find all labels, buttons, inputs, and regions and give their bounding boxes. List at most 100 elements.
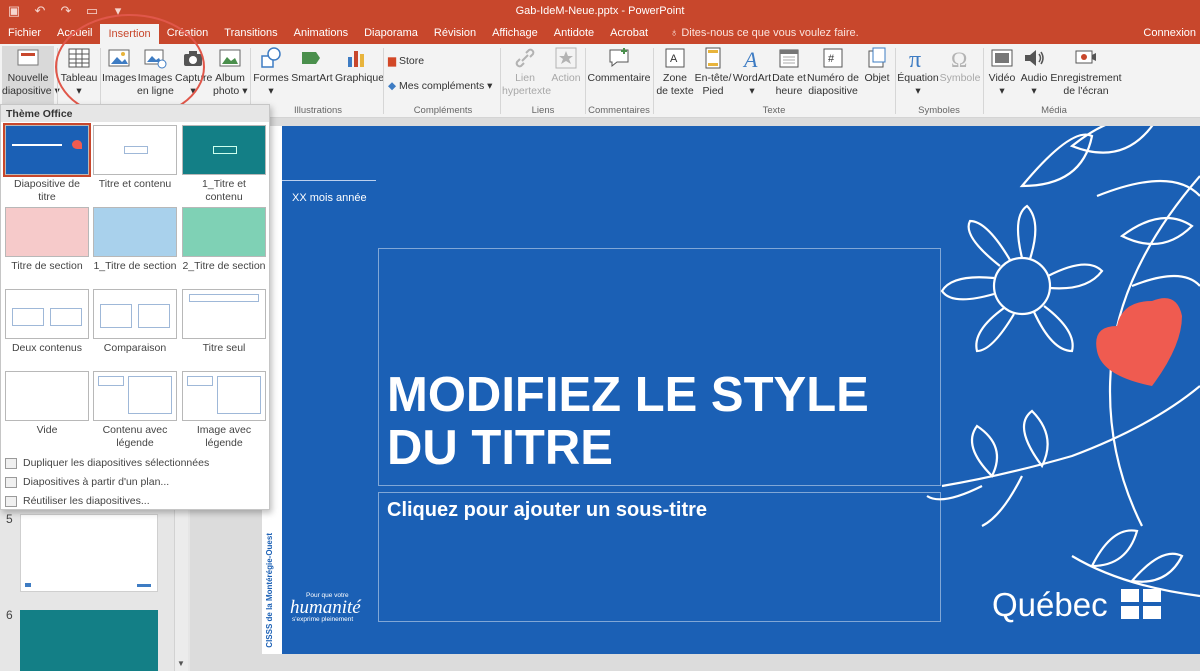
smartart-label: SmartArt <box>291 72 333 84</box>
layout-blank[interactable]: Vide <box>5 371 89 437</box>
scroll-down-arrow-icon[interactable]: ▼ <box>177 659 185 668</box>
layout-title-content-1[interactable]: 1_Titre et contenu <box>182 125 266 204</box>
equation-button[interactable]: π Équation ▾ <box>897 46 939 98</box>
album-label-2: photo <box>213 85 240 97</box>
slide-title-line-2: DU TITRE <box>387 421 613 475</box>
datetime-label-2: heure <box>775 85 803 97</box>
slides-from-outline-command[interactable]: Diapositives à partir d'un plan... <box>5 476 169 488</box>
screen-recording-button[interactable]: Enregistrement de l'écran <box>1050 46 1122 98</box>
comment-button[interactable]: Commentaire <box>587 46 651 85</box>
hyperlink-button[interactable]: Lien hypertexte <box>502 46 552 98</box>
layout-title-content[interactable]: Titre et contenu <box>93 125 177 191</box>
layout-picture-caption[interactable]: Image avec légende <box>182 371 266 450</box>
tagline-small-2: s'exprime pleinement <box>292 616 354 623</box>
tell-me-search[interactable]: ♁ Dites-nous ce que vous voulez faire. <box>656 27 859 39</box>
tab-slideshow[interactable]: Diaporama <box>356 22 426 44</box>
tab-animations[interactable]: Animations <box>286 22 356 44</box>
header-footer-button[interactable]: En-tête/Pied <box>694 46 732 98</box>
wordart-button[interactable]: A WordArt ▾ <box>732 46 772 98</box>
duplicate-slides-command[interactable]: Dupliquer les diapositives sélectionnées <box>5 457 209 469</box>
svg-text:#: # <box>828 53 835 65</box>
audio-button[interactable]: Audio ▾ <box>1018 46 1050 98</box>
layout-comparison[interactable]: Comparaison <box>93 289 177 355</box>
layout-title-only[interactable]: Titre seul <box>182 289 266 355</box>
layout-label: Image avec légende <box>196 424 252 449</box>
vertical-organization-text: CISSS de la Montérégie-Ouest <box>265 533 274 648</box>
action-button[interactable]: Action <box>549 46 583 85</box>
tab-view[interactable]: Affichage <box>484 22 546 44</box>
slide-title-line-1: MODIFIEZ LE STYLE <box>387 368 869 422</box>
smartart-button[interactable]: SmartArt <box>290 46 334 85</box>
shapes-button[interactable]: Formes ▾ <box>253 46 289 98</box>
slide-date[interactable]: XX mois année <box>292 192 367 204</box>
link-icon <box>515 48 535 68</box>
tab-acrobat[interactable]: Acrobat <box>602 22 656 44</box>
layout-thumbnail <box>5 289 89 339</box>
sign-in-link[interactable]: Connexion <box>1143 22 1196 44</box>
layout-thumbnail <box>93 207 177 257</box>
layout-section-title[interactable]: Titre de section <box>5 207 89 273</box>
group-label-comments: Commentaires <box>588 105 650 116</box>
tab-transitions[interactable]: Transitions <box>216 22 285 44</box>
datetime-label: Date et <box>772 72 806 84</box>
group-separator <box>383 48 384 114</box>
my-addins-button[interactable]: ◆ Mes compléments ▾ <box>388 80 492 93</box>
comment-label: Commentaire <box>587 72 651 84</box>
layout-label: 1_Titre de section <box>93 260 177 272</box>
floral-illustration <box>926 126 1200 598</box>
layout-thumbnail <box>3 123 91 177</box>
layout-label: Titre et contenu <box>98 178 172 190</box>
layout-label: 2_Titre de section <box>182 260 266 272</box>
fleur-de-lys-flag-icon <box>1120 589 1161 619</box>
slide-number-icon: # <box>823 48 843 68</box>
slide-subtitle[interactable]: Cliquez pour ajouter un sous-titre <box>387 499 707 522</box>
chart-button[interactable]: Graphique <box>335 46 384 85</box>
group-label-addins: Compléments <box>413 105 473 116</box>
slide-canvas[interactable]: XX mois année MODIFIEZ LE STYLE DU TITRE … <box>282 126 1200 654</box>
photo-album-button[interactable]: Album photo ▾ <box>213 46 247 98</box>
layout-two-content[interactable]: Deux contenus <box>5 289 89 355</box>
tab-antidote[interactable]: Antidote <box>546 22 602 44</box>
symbol-button[interactable]: Ω Symbole <box>939 46 981 85</box>
video-label: Vidéo <box>988 72 1016 84</box>
reuse-slides-command[interactable]: Réutiliser les diapositives... <box>5 495 150 507</box>
store-icon: ▆ <box>388 55 399 67</box>
title-placeholder[interactable]: MODIFIEZ LE STYLE DU TITRE <box>378 248 941 486</box>
layout-thumbnail <box>182 207 266 257</box>
new-slide-icon <box>17 49 39 66</box>
store-label: Store <box>399 55 425 67</box>
video-button[interactable]: Vidéo ▾ <box>986 46 1018 98</box>
layout-section-title-2[interactable]: 2_Titre de section <box>182 207 266 273</box>
layout-label: Vide <box>36 424 58 436</box>
subtitle-placeholder[interactable]: Cliquez pour ajouter un sous-titre <box>378 492 941 622</box>
tab-file[interactable]: Fichier <box>0 22 49 44</box>
slide-thumbnail-5[interactable] <box>20 514 158 592</box>
speaker-icon <box>1025 50 1044 66</box>
quebec-wordmark: Québec <box>992 586 1108 623</box>
wordart-label: WordArt <box>732 72 772 84</box>
layout-label: 1_Titre et contenu <box>202 178 246 203</box>
layout-title-slide[interactable]: Diapositive de titre <box>3 123 91 204</box>
link-label-2: hypertexte <box>502 85 552 97</box>
layout-section-title-1[interactable]: 1_Titre de section <box>93 207 177 273</box>
store-button[interactable]: ▆ Store <box>388 55 424 68</box>
window-title: Gab-IdeM-Neue.pptx - PowerPoint <box>515 5 685 17</box>
tab-review[interactable]: Révision <box>426 22 484 44</box>
thumb-logo <box>137 584 151 587</box>
date-time-button[interactable]: Date et heure <box>772 46 806 98</box>
layout-thumbnail <box>182 289 266 339</box>
slide-thumbnail-6[interactable] <box>20 610 158 671</box>
slide-title[interactable]: MODIFIEZ LE STYLE DU TITRE <box>387 369 869 475</box>
new-slide-layout-gallery: Thème Office Diapositive de titre Titre e… <box>0 104 270 510</box>
textbox-label: Zone <box>663 72 687 84</box>
object-button[interactable]: Objet <box>861 46 893 85</box>
action-star-icon <box>555 47 577 69</box>
textbox-button[interactable]: A Zone de texte <box>655 46 695 98</box>
slide-number-button[interactable]: # Numéro de diapositive <box>806 46 860 98</box>
layout-label: Deux contenus <box>11 342 83 354</box>
new-slide-button[interactable]: Nouvelle diapositive ▾ <box>2 46 60 104</box>
layout-content-caption[interactable]: Contenu avec légende <box>93 371 177 450</box>
new-slide-label-2: diapositive <box>2 85 52 97</box>
addins-icon: ◆ <box>388 80 399 92</box>
tell-me-text: Dites-nous ce que vous voulez faire. <box>681 27 859 39</box>
